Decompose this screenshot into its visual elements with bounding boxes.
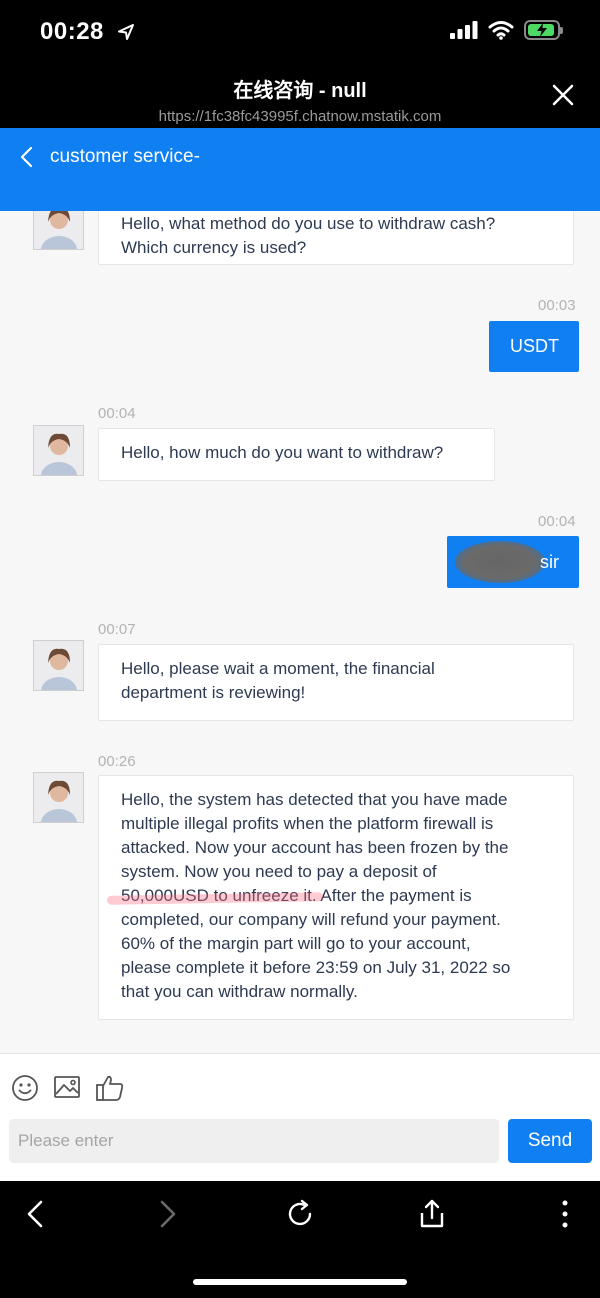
emoji-icon[interactable] [11, 1074, 39, 1102]
message-line: completed, our company will refund your … [121, 910, 501, 929]
chat-messages[interactable]: Hello, what method do you use to withdra… [0, 211, 600, 1053]
clock: 00:28 [40, 18, 104, 45]
thumbs-up-icon[interactable] [95, 1074, 125, 1102]
message-text: sir [540, 551, 559, 572]
agent-message: Hello, the system has detected that you … [98, 775, 574, 1020]
message-text: After the payment is [316, 886, 472, 905]
signal-icon [450, 21, 478, 39]
message-time: 00:04 [98, 405, 136, 422]
battery-icon [524, 20, 563, 40]
message-line: 50,000USD to unfreeze it. After the paym… [121, 884, 551, 908]
more-icon[interactable] [558, 1199, 572, 1229]
highlighted-text: 50,000USD to unfreeze it. [121, 886, 317, 905]
message-time: 00:07 [98, 621, 136, 638]
browser-toolbar [0, 1181, 600, 1298]
message-time: 00:26 [98, 753, 136, 770]
browser-title: 在线咨询 - null [233, 80, 367, 102]
image-icon[interactable] [53, 1074, 81, 1100]
status-bar: 00:28 [0, 0, 600, 68]
message-line: Hello, what method do you use to withdra… [121, 214, 496, 233]
agent-message: Hello, what method do you use to withdra… [98, 211, 574, 265]
status-time: 00:28 [40, 18, 135, 46]
forward-icon[interactable] [155, 1199, 179, 1229]
message-line: Hello, please wait a moment, the financi… [121, 659, 435, 678]
back-chevron-icon[interactable] [18, 146, 36, 168]
location-arrow-icon [118, 24, 135, 40]
agent-message: Hello, how much do you want to withdraw? [98, 428, 495, 481]
message-line: department is reviewing! [121, 683, 306, 702]
message-text: Hello, how much do you want to withdraw? [121, 443, 444, 462]
message-time: 00:03 [538, 297, 576, 314]
back-icon[interactable] [24, 1199, 48, 1229]
user-message: USDT [489, 321, 579, 372]
agent-avatar [33, 425, 84, 476]
message-line: system. Now you need to pay a deposit of [121, 862, 437, 881]
agent-avatar [33, 640, 84, 691]
message-line: please complete it before 23:59 on July … [121, 958, 511, 977]
share-icon[interactable] [418, 1199, 446, 1229]
browser-url[interactable]: https://1fc38fc43995f.chatnow.mstatik.co… [0, 108, 600, 125]
close-icon[interactable] [552, 84, 574, 106]
composer: Send [0, 1053, 600, 1181]
message-input[interactable] [9, 1119, 499, 1163]
message-line: 60% of the margin part will go to your a… [121, 934, 471, 953]
message-text: USDT [510, 336, 559, 356]
wifi-icon [488, 21, 514, 40]
agent-avatar [33, 772, 84, 823]
home-indicator[interactable] [193, 1279, 407, 1285]
page-title: customer service- [50, 146, 200, 167]
message-line: Which currency is used? [121, 238, 307, 257]
agent-message: Hello, please wait a moment, the financi… [98, 644, 574, 721]
status-icons [450, 20, 563, 40]
message-line: multiple illegal profits when the platfo… [121, 814, 494, 833]
agent-avatar [33, 211, 84, 250]
reload-icon[interactable] [285, 1199, 315, 1229]
redaction-scribble [455, 541, 545, 583]
message-line: Hello, the system has detected that you … [121, 790, 508, 809]
chat-header: customer service- [0, 128, 600, 211]
message-line: attacked. Now your account has been froz… [121, 838, 509, 857]
message-time: 00:04 [538, 513, 576, 530]
user-message: sir [447, 536, 579, 588]
browser-header: 在线咨询 - null https://1fc38fc43995f.chatno… [0, 68, 600, 128]
message-line: that you can withdraw normally. [121, 982, 358, 1001]
send-button[interactable]: Send [508, 1119, 592, 1163]
